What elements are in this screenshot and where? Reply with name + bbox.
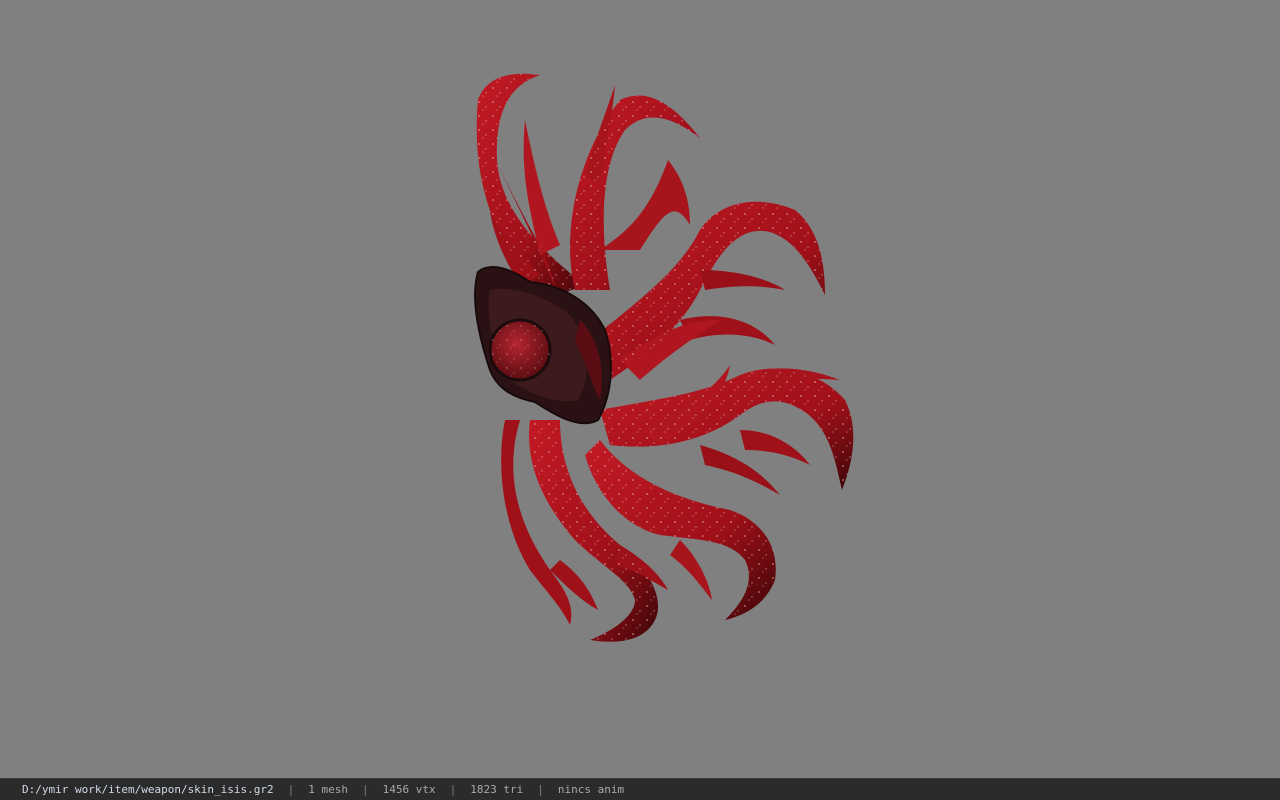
mesh-count: 1 mesh (308, 783, 349, 796)
shield-core (474, 266, 612, 425)
vertex-count: 1456 vtx (382, 783, 436, 796)
triangle-count: 1823 tri (470, 783, 524, 796)
status-bar: D:/ymir work/item/weapon/skin_isis.gr2 |… (0, 778, 1280, 800)
file-path: D:/ymir work/item/weapon/skin_isis.gr2 (22, 783, 274, 796)
separator: | (449, 783, 457, 796)
separator: | (362, 783, 369, 796)
red-tentacle-shield-model (468, 73, 854, 642)
separator: | (537, 783, 544, 796)
separator: | (287, 783, 295, 796)
3d-viewport[interactable] (0, 0, 1280, 778)
animation-status: nincs anim (557, 783, 625, 796)
